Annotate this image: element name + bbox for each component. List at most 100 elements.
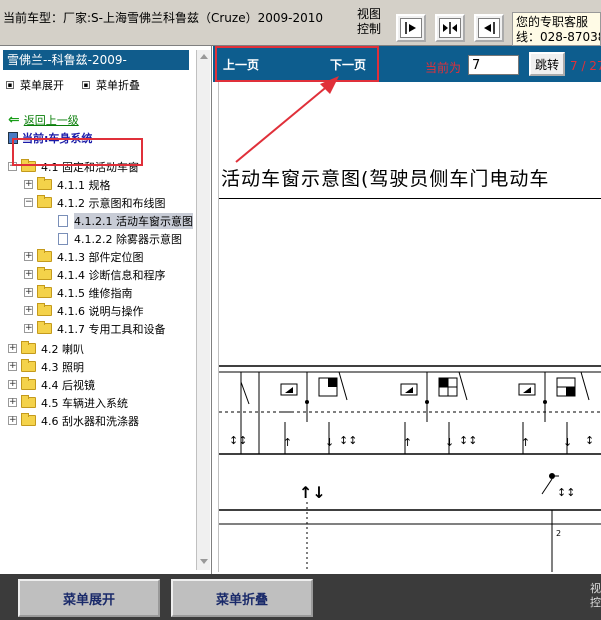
- service-line-2: 线：028-87038: [516, 30, 601, 44]
- svg-text:↕↕: ↕↕: [459, 434, 477, 447]
- svg-text:↑: ↑: [521, 436, 530, 449]
- view-mode-button-3[interactable]: [474, 14, 504, 42]
- tree-item-4-1-2-2[interactable]: 4.1.2.2 除雾器示意图: [58, 230, 182, 247]
- tree-item-label: 4.1.5 维修指南: [57, 286, 133, 300]
- bottom-view-label: 视控: [590, 582, 601, 609]
- expand-node-icon[interactable]: +: [8, 398, 17, 407]
- bottom-bar: 菜单展开 菜单折叠 视控: [0, 574, 601, 620]
- expand-node-icon[interactable]: +: [24, 180, 33, 189]
- folder-icon: [21, 341, 36, 354]
- svg-text:↓: ↓: [325, 436, 334, 449]
- collapse-all-label: 菜单折叠: [96, 79, 140, 92]
- expand-all-button[interactable]: ▪ 菜单展开: [6, 77, 64, 93]
- pager-highlight-annotation: [215, 46, 379, 82]
- folder-icon: [37, 267, 52, 280]
- switch-group: ↑ ↓ ↕: [518, 371, 594, 454]
- tree-item-4-1-4[interactable]: +4.1.4 诊断信息和程序: [24, 266, 166, 283]
- tree-item-4-1-3[interactable]: +4.1.3 部件定位图: [24, 248, 144, 265]
- page-count: 7 / 27: [570, 59, 601, 73]
- switch-group: ↑ ↓ ↕↕: [400, 371, 477, 454]
- folder-icon: [37, 321, 52, 334]
- view-mode-button-2[interactable]: [435, 14, 465, 42]
- tree-item-4-6[interactable]: +4.6 刮水器和洗涤器: [8, 412, 139, 429]
- tree-item-4-1-2[interactable]: − 4.1.2 示意图和布线图: [24, 194, 166, 211]
- tree-item-label: 4.1.4 诊断信息和程序: [57, 268, 166, 282]
- tree-item-label: 4.2 喇叭: [41, 342, 84, 356]
- folder-icon: [21, 377, 36, 390]
- updown-arrow-icon: ↑↓: [299, 483, 326, 502]
- tree-item-4-4[interactable]: +4.4 后视镜: [8, 376, 95, 393]
- svg-text:↕↕: ↕↕: [229, 434, 247, 447]
- tree-item-label: 4.1.2.1 活动车窗示意图: [74, 212, 193, 229]
- arrow-left-icon: [478, 18, 500, 38]
- expand-node-icon[interactable]: +: [8, 362, 17, 371]
- view-control-label: 视图控制: [357, 7, 382, 36]
- split-arrows-icon: [439, 18, 461, 38]
- tree-item-4-1-1[interactable]: +4.1.1 规格: [24, 176, 111, 193]
- updown-arrow-icon: ↕↕: [557, 486, 575, 499]
- expand-box-icon: ▪: [6, 81, 14, 89]
- wiring-schematic: ↕↕ ↑ ↓ ↕↕ ↑ ↓ ↕↕ ↑ ↓ ↕ ↑↓ ↕↕ 2: [219, 365, 601, 572]
- document-icon: [58, 214, 68, 227]
- tree-item-4-1-7[interactable]: +4.1.7 专用工具和设备: [24, 320, 166, 337]
- svg-text:↕: ↕: [585, 434, 594, 447]
- tree-item-label: 4.1.2 示意图和布线图: [57, 196, 166, 210]
- expand-node-icon[interactable]: +: [8, 344, 17, 353]
- scroll-down-icon[interactable]: [200, 559, 208, 564]
- expand-node-icon[interactable]: +: [8, 380, 17, 389]
- sidebar: 雪佛兰--科鲁兹-2009- ▪ 菜单展开 ▪ 菜单折叠 ⇐ 返回上一级 当前:…: [0, 46, 212, 574]
- expand-node-icon[interactable]: +: [24, 252, 33, 261]
- tree-item-label: 4.1.1 规格: [57, 178, 111, 192]
- document-icon: [58, 232, 68, 245]
- view-mode-button-1[interactable]: [396, 14, 426, 42]
- switch-group: ↑ ↓ ↕↕: [280, 371, 357, 454]
- svg-text:↑: ↑: [283, 436, 292, 449]
- document-view: 活动车窗示意图(驾驶员侧车门电动车 ↕↕ ↑ ↓ ↕↕ ↑ ↓ ↕↕ ↑ ↓ ↕…: [218, 82, 601, 572]
- pager-bar: 上一页 下一页 当前为 跳转 7 / 27: [213, 46, 601, 82]
- tree-item-label: 4.5 车辆进入系统: [41, 396, 128, 410]
- expand-node-icon[interactable]: +: [24, 270, 33, 279]
- expand-node-icon[interactable]: +: [8, 416, 17, 425]
- collapse-node-icon[interactable]: −: [24, 198, 33, 207]
- scroll-up-icon[interactable]: [200, 54, 208, 59]
- back-link[interactable]: ⇐ 返回上一级: [8, 112, 79, 128]
- tree-item-label: 4.1.6 说明与操作: [57, 304, 144, 318]
- jump-button[interactable]: 跳转: [529, 52, 565, 76]
- tree-item-label: 4.1.3 部件定位图: [57, 250, 144, 264]
- back-link-label: 返回上一级: [23, 114, 79, 127]
- tree-item-label: 4.4 后视镜: [41, 378, 95, 392]
- svg-text:↑: ↑: [403, 436, 412, 449]
- tree-item-label: 4.6 刮水器和洗涤器: [41, 414, 139, 428]
- tree-highlight-annotation: [12, 138, 143, 166]
- switch-group: ↕↕: [229, 372, 260, 454]
- svg-text:↓: ↓: [563, 436, 572, 449]
- tree-item-4-1-2-1[interactable]: 4.1.2.1 活动车窗示意图: [58, 212, 193, 229]
- folder-icon: [37, 303, 52, 316]
- tree-item-label: 4.1.2.2 除雾器示意图: [74, 232, 182, 246]
- tree-item-4-5[interactable]: +4.5 车辆进入系统: [8, 394, 128, 411]
- tree-item-4-1-6[interactable]: +4.1.6 说明与操作: [24, 302, 144, 319]
- page-number-input[interactable]: [468, 55, 519, 75]
- expand-all-label: 菜单展开: [20, 79, 64, 92]
- folder-icon: [21, 359, 36, 372]
- tree-item-4-1-5[interactable]: +4.1.5 维修指南: [24, 284, 133, 301]
- sidebar-title: 雪佛兰--科鲁兹-2009-: [3, 50, 189, 70]
- sidebar-scrollbar[interactable]: [196, 50, 210, 570]
- folder-icon: [37, 285, 52, 298]
- tree-item-4-2[interactable]: +4.2 喇叭: [8, 340, 84, 357]
- folder-icon: [37, 177, 52, 190]
- back-arrow-icon: ⇐: [8, 112, 20, 128]
- service-line-1: 您的专职客服: [516, 15, 589, 29]
- tree-item-4-3[interactable]: +4.3 照明: [8, 358, 84, 375]
- expand-node-icon[interactable]: +: [24, 306, 33, 315]
- folder-icon: [37, 249, 52, 262]
- svg-text:↕↕: ↕↕: [339, 434, 357, 447]
- bottom-expand-button[interactable]: 菜单展开: [18, 579, 160, 617]
- car-model-label: 当前车型：厂家:S-上海雪佛兰科鲁兹（Cruze）2009-2010: [3, 11, 323, 25]
- expand-node-icon[interactable]: +: [24, 288, 33, 297]
- expand-node-icon[interactable]: +: [24, 324, 33, 333]
- collapse-all-button[interactable]: ▪ 菜单折叠: [82, 77, 140, 93]
- svg-text:↓: ↓: [445, 436, 454, 449]
- bottom-collapse-button[interactable]: 菜单折叠: [171, 579, 313, 617]
- folder-icon: [21, 395, 36, 408]
